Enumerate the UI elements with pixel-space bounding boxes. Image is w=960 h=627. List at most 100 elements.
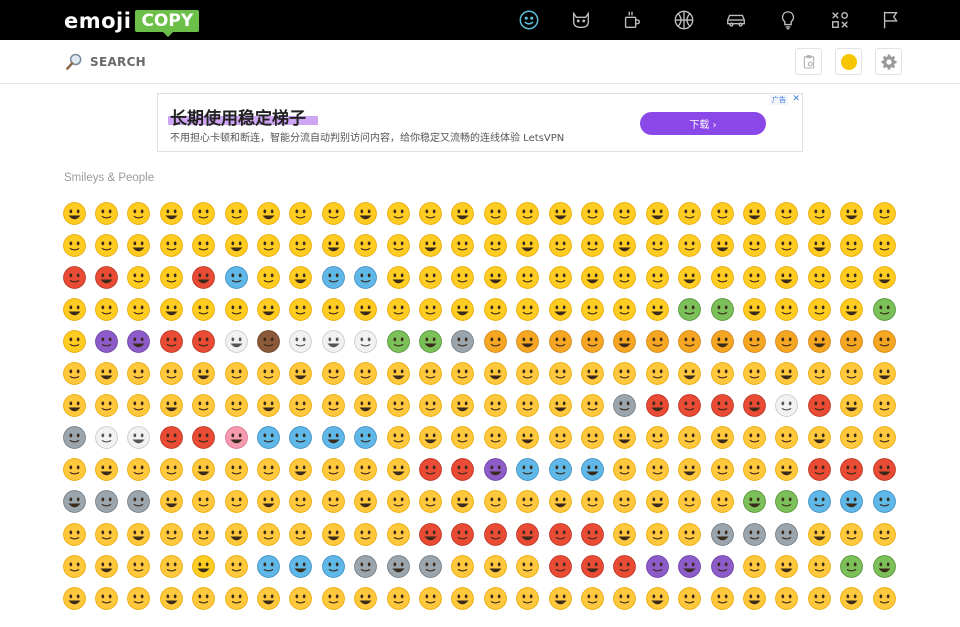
emoji-button[interactable]: [90, 197, 122, 229]
emoji-button[interactable]: [512, 422, 544, 454]
emoji-button[interactable]: [90, 454, 122, 486]
emoji-button[interactable]: [350, 422, 382, 454]
emoji-button[interactable]: [123, 390, 155, 422]
emoji-button[interactable]: [609, 229, 641, 261]
emoji-button[interactable]: [155, 390, 187, 422]
emoji-button[interactable]: [317, 358, 349, 390]
emoji-button[interactable]: [803, 518, 835, 550]
emoji-button[interactable]: [252, 454, 284, 486]
emoji-button[interactable]: [285, 358, 317, 390]
emoji-button[interactable]: [576, 390, 608, 422]
clipboard-button[interactable]: [795, 48, 822, 75]
emoji-button[interactable]: [609, 454, 641, 486]
skin-tone-button[interactable]: [835, 48, 862, 75]
emoji-button[interactable]: [868, 261, 900, 293]
emoji-button[interactable]: [447, 197, 479, 229]
emoji-button[interactable]: [868, 229, 900, 261]
emoji-button[interactable]: [220, 390, 252, 422]
emoji-button[interactable]: [836, 390, 868, 422]
emoji-button[interactable]: [576, 358, 608, 390]
emoji-button[interactable]: [58, 197, 90, 229]
emoji-button[interactable]: [738, 454, 770, 486]
emoji-button[interactable]: [803, 390, 835, 422]
emoji-button[interactable]: [738, 229, 770, 261]
emoji-button[interactable]: [188, 325, 220, 357]
emoji-button[interactable]: [576, 550, 608, 582]
emoji-button[interactable]: [350, 325, 382, 357]
emoji-button[interactable]: [674, 229, 706, 261]
emoji-button[interactable]: [609, 518, 641, 550]
emoji-button[interactable]: [155, 486, 187, 518]
emoji-button[interactable]: [220, 486, 252, 518]
emoji-button[interactable]: [544, 261, 576, 293]
emoji-button[interactable]: [220, 550, 252, 582]
emoji-button[interactable]: [836, 293, 868, 325]
emoji-button[interactable]: [641, 582, 673, 614]
emoji-button[interactable]: [544, 229, 576, 261]
emoji-button[interactable]: [382, 518, 414, 550]
emoji-button[interactable]: [609, 390, 641, 422]
emoji-button[interactable]: [317, 390, 349, 422]
emoji-button[interactable]: [252, 325, 284, 357]
emoji-button[interactable]: [803, 229, 835, 261]
emoji-button[interactable]: [544, 582, 576, 614]
emoji-button[interactable]: [836, 486, 868, 518]
emoji-button[interactable]: [674, 486, 706, 518]
emoji-button[interactable]: [123, 518, 155, 550]
emoji-button[interactable]: [155, 197, 187, 229]
emoji-button[interactable]: [512, 197, 544, 229]
emoji-button[interactable]: [738, 261, 770, 293]
emoji-button[interactable]: [58, 358, 90, 390]
emoji-button[interactable]: [706, 229, 738, 261]
emoji-button[interactable]: [706, 518, 738, 550]
emoji-button[interactable]: [90, 390, 122, 422]
emoji-button[interactable]: [512, 261, 544, 293]
emoji-button[interactable]: [252, 197, 284, 229]
emoji-button[interactable]: [252, 582, 284, 614]
emoji-button[interactable]: [836, 454, 868, 486]
emoji-button[interactable]: [90, 261, 122, 293]
emoji-button[interactable]: [317, 486, 349, 518]
emoji-button[interactable]: [252, 550, 284, 582]
emoji-button[interactable]: [512, 486, 544, 518]
emoji-button[interactable]: [576, 486, 608, 518]
emoji-button[interactable]: [155, 550, 187, 582]
emoji-button[interactable]: [350, 229, 382, 261]
emoji-button[interactable]: [512, 582, 544, 614]
emoji-button[interactable]: [414, 358, 446, 390]
emoji-button[interactable]: [220, 358, 252, 390]
emoji-button[interactable]: [803, 454, 835, 486]
emoji-button[interactable]: [738, 582, 770, 614]
emoji-button[interactable]: [317, 422, 349, 454]
emoji-button[interactable]: [803, 422, 835, 454]
ad-badge[interactable]: 广告: [770, 95, 788, 105]
emoji-button[interactable]: [188, 518, 220, 550]
emoji-button[interactable]: [414, 582, 446, 614]
emoji-button[interactable]: [252, 390, 284, 422]
emoji-button[interactable]: [803, 550, 835, 582]
emoji-button[interactable]: [868, 325, 900, 357]
emoji-button[interactable]: [382, 358, 414, 390]
emoji-button[interactable]: [641, 422, 673, 454]
emoji-button[interactable]: [90, 550, 122, 582]
emoji-button[interactable]: [641, 197, 673, 229]
emoji-button[interactable]: [868, 486, 900, 518]
emoji-button[interactable]: [382, 325, 414, 357]
emoji-button[interactable]: [738, 486, 770, 518]
emoji-button[interactable]: [155, 582, 187, 614]
emoji-button[interactable]: [155, 518, 187, 550]
emoji-button[interactable]: [803, 261, 835, 293]
emoji-button[interactable]: [188, 229, 220, 261]
emoji-button[interactable]: [350, 358, 382, 390]
emoji-button[interactable]: [836, 261, 868, 293]
emoji-button[interactable]: [155, 293, 187, 325]
emoji-button[interactable]: [738, 550, 770, 582]
emoji-button[interactable]: [317, 261, 349, 293]
emoji-button[interactable]: [674, 582, 706, 614]
emoji-button[interactable]: [706, 582, 738, 614]
emoji-button[interactable]: [836, 197, 868, 229]
emoji-button[interactable]: [576, 454, 608, 486]
emoji-button[interactable]: [382, 550, 414, 582]
emoji-button[interactable]: [674, 550, 706, 582]
emoji-button[interactable]: [90, 582, 122, 614]
